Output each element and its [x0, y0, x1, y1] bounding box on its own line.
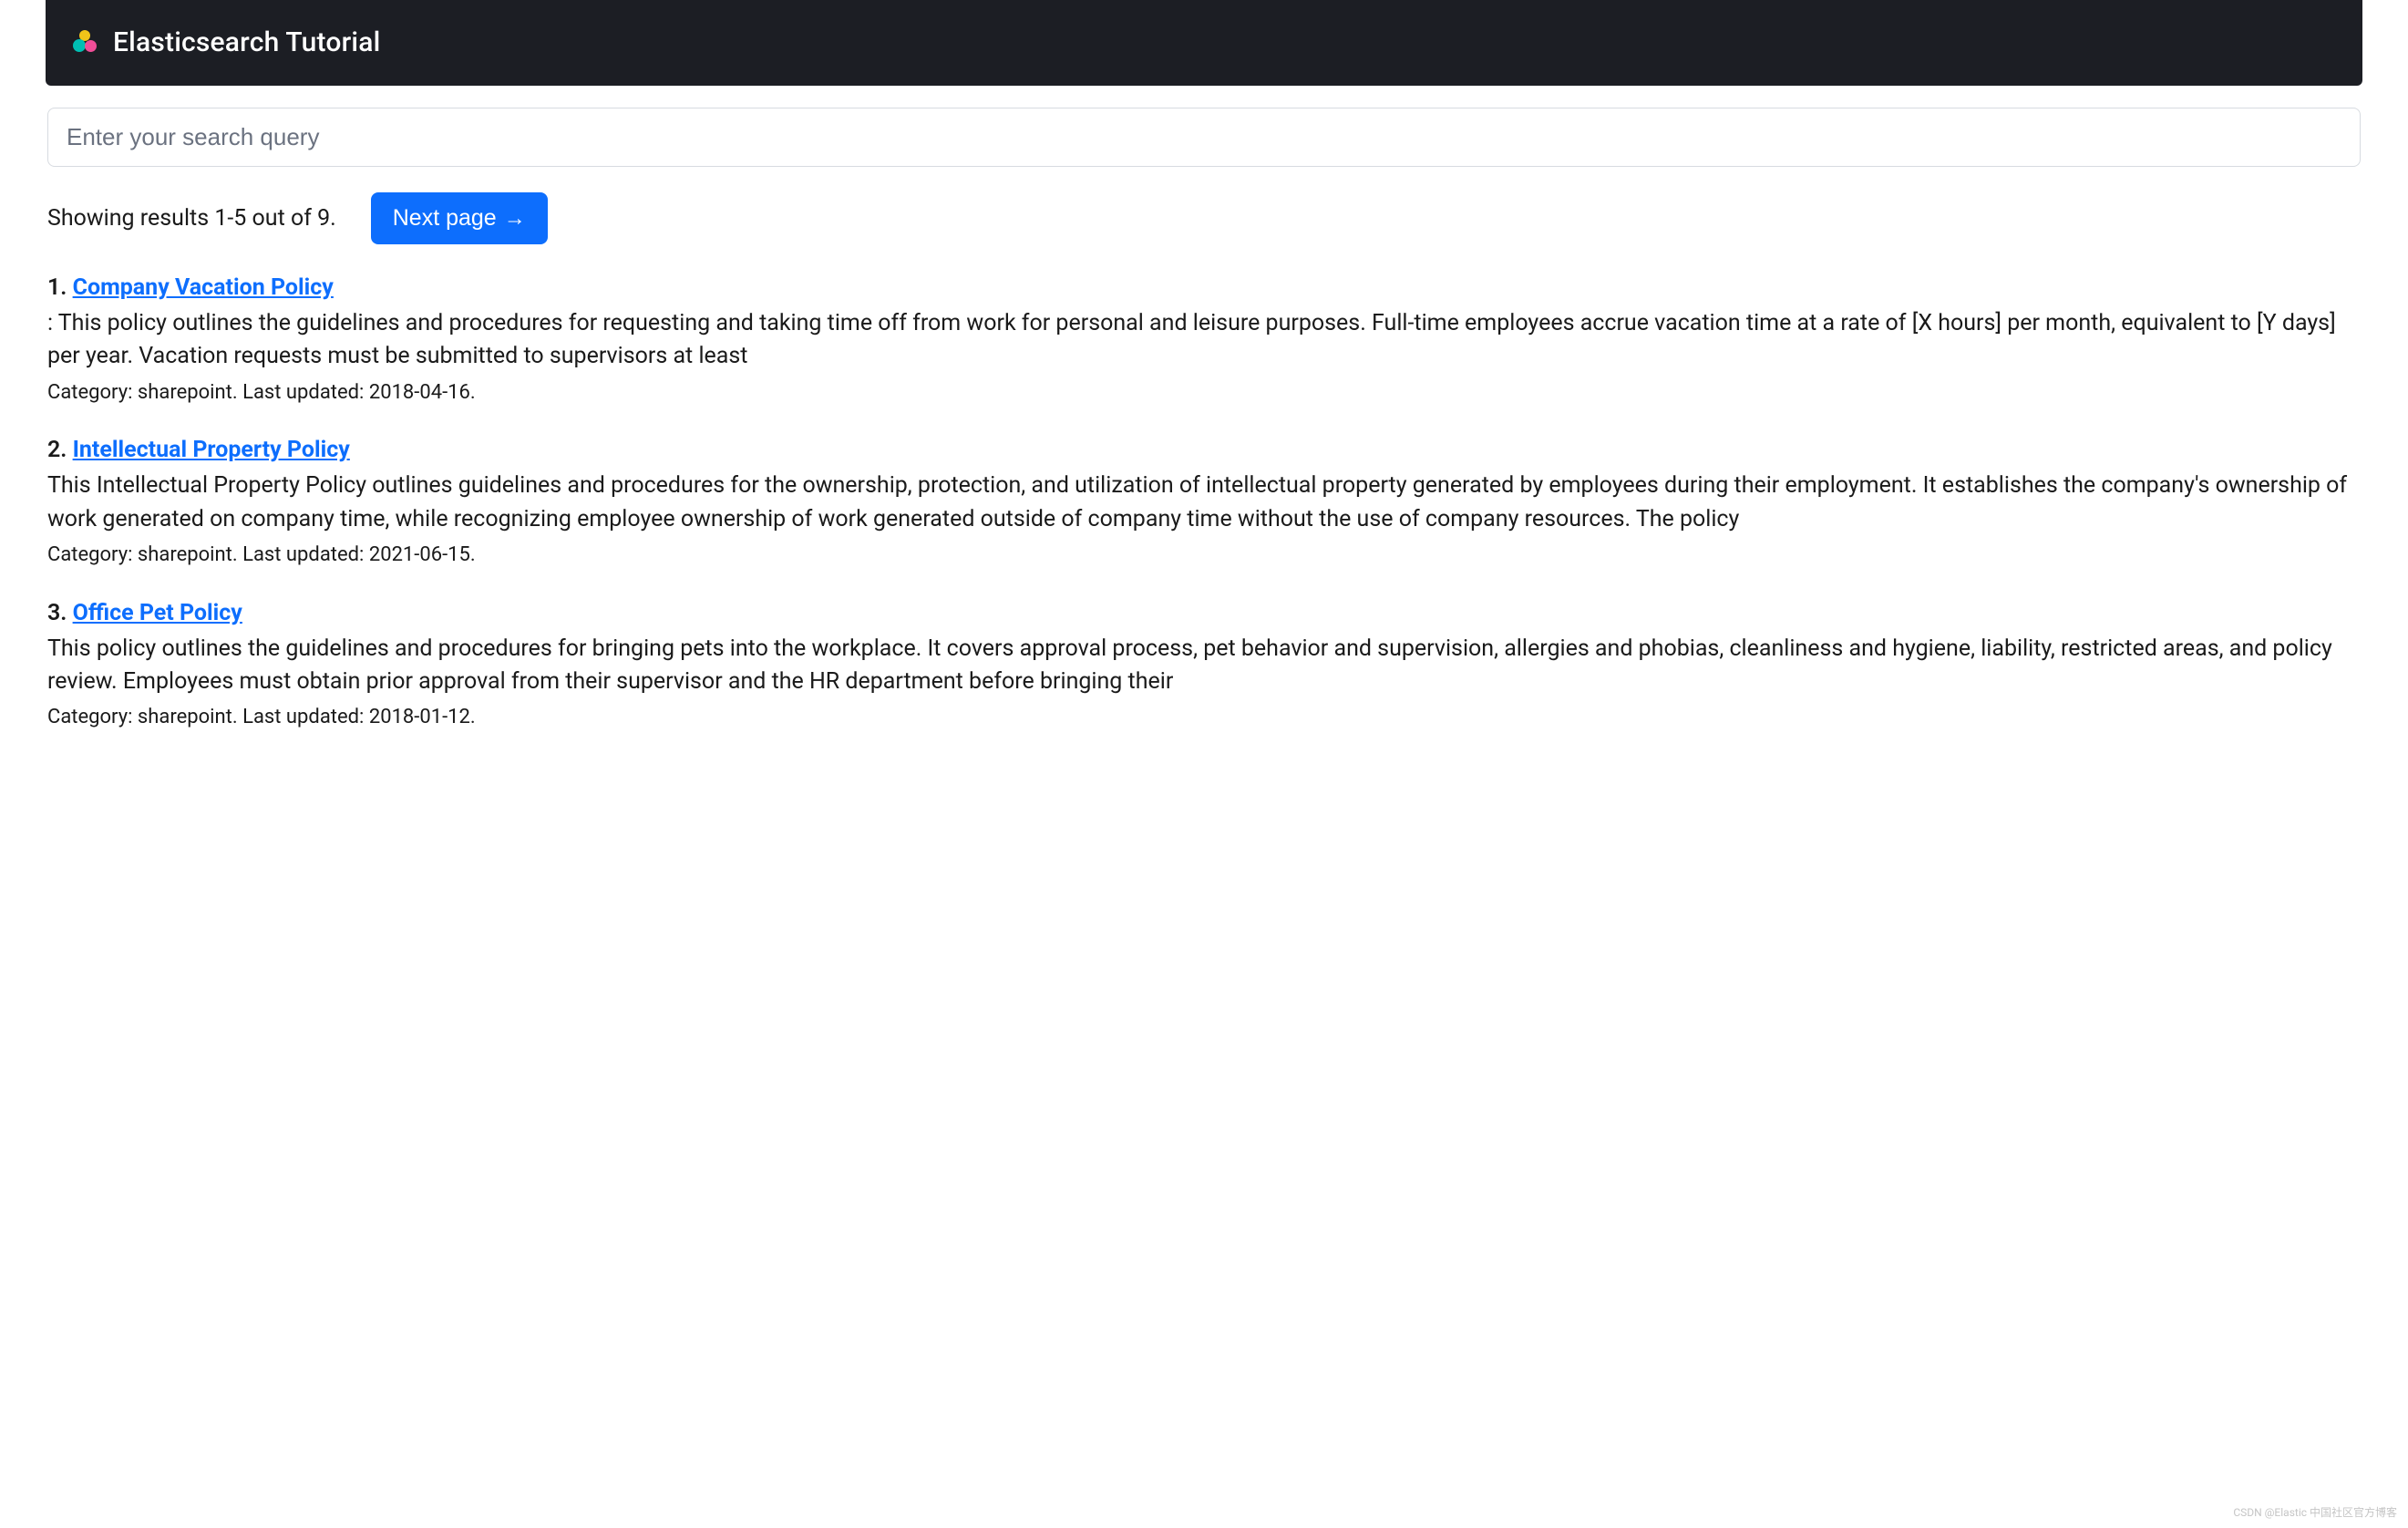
result-title-link[interactable]: Office Pet Policy [73, 600, 242, 626]
result-meta: Category: sharepoint. Last updated: 2021… [47, 542, 2361, 570]
result-description: This Intellectual Property Policy outlin… [47, 470, 2361, 536]
arrow-right-icon: → [504, 206, 526, 232]
result-title-link[interactable]: Intellectual Property Policy [73, 437, 350, 463]
app-title: Elasticsearch Tutorial [113, 24, 380, 62]
results-bar: Showing results 1-5 out of 9. Next page … [47, 192, 2361, 244]
result-item: 2. Intellectual Property Policy This Int… [47, 434, 2361, 569]
result-title-line: 2. Intellectual Property Policy [47, 434, 2361, 466]
next-page-button[interactable]: Next page → [371, 192, 548, 244]
result-description: : This policy outlines the guidelines an… [47, 307, 2361, 374]
result-number: 3. [47, 600, 67, 626]
next-page-label: Next page [393, 205, 497, 232]
result-title-line: 3. Office Pet Policy [47, 597, 2361, 629]
main-content: Showing results 1-5 out of 9. Next page … [46, 86, 2362, 732]
result-number: 2. [47, 437, 67, 463]
result-meta: Category: sharepoint. Last updated: 2018… [47, 704, 2361, 732]
watermark: CSDN @Elastic 中国社区官方博客 [2233, 1505, 2397, 1521]
search-input[interactable] [47, 108, 2361, 167]
app-header: Elasticsearch Tutorial [46, 0, 2362, 86]
results-count: Showing results 1-5 out of 9. [47, 202, 336, 234]
result-title-link[interactable]: Company Vacation Policy [73, 274, 334, 301]
result-meta: Category: sharepoint. Last updated: 2018… [47, 379, 2361, 408]
result-item: 3. Office Pet Policy This policy outline… [47, 597, 2361, 732]
result-title-line: 1. Company Vacation Policy [47, 272, 2361, 304]
result-item: 1. Company Vacation Policy : This policy… [47, 272, 2361, 407]
results-list: 1. Company Vacation Policy : This policy… [47, 272, 2361, 732]
result-description: This policy outlines the guidelines and … [47, 633, 2361, 699]
elastic-logo-icon [73, 30, 98, 56]
result-number: 1. [47, 274, 67, 301]
